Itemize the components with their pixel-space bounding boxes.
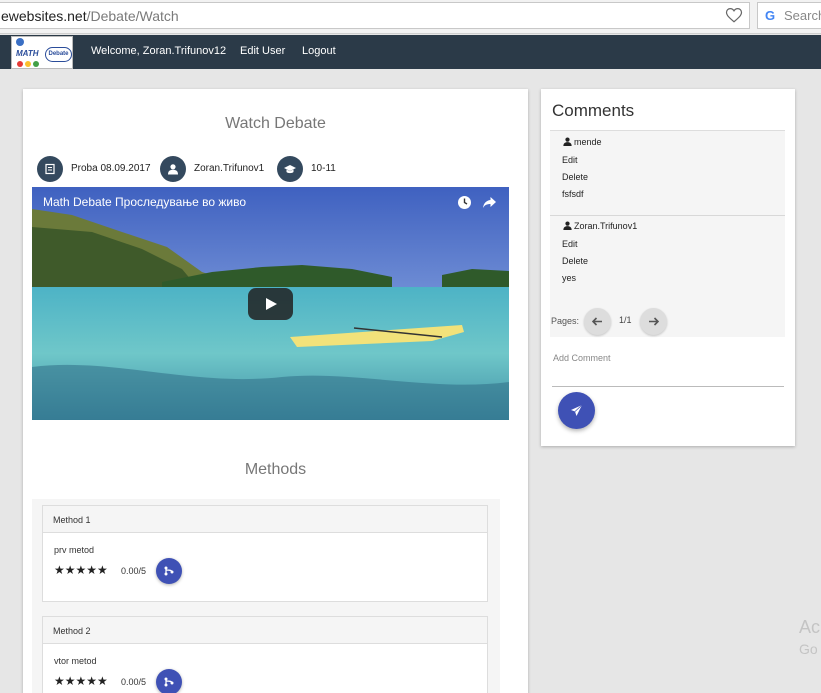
comment-input-underline <box>552 386 784 387</box>
logo-text: MATH <box>16 49 39 58</box>
favorite-heart-icon[interactable] <box>725 6 743 24</box>
user-icon <box>160 156 186 182</box>
pages-label: Pages: <box>551 316 580 326</box>
comments-list: mende Edit Delete fsfsdf Zoran.Trifunov1… <box>550 130 785 337</box>
debate-grade: 10-11 <box>311 163 336 174</box>
send-icon <box>571 404 583 416</box>
debate-icon <box>37 156 63 182</box>
watermark-line2: Go <box>799 641 818 657</box>
logo-dot <box>25 61 31 67</box>
method-name: Method 2 <box>43 617 487 644</box>
comments-card: Comments mende Edit Delete fsfsdf Zoran.… <box>541 89 795 446</box>
user-icon <box>563 221 572 230</box>
site-logo[interactable]: MATH Debate <box>11 36 73 69</box>
watch-debate-card: Watch Debate Proba 08.09.2017 Zoran.Trif… <box>23 89 528 693</box>
method-panel: Method 1 prv metod ★★★★★ 0.00/5 <box>42 505 488 602</box>
next-page-button[interactable] <box>640 308 667 335</box>
method-name: Method 1 <box>43 506 487 533</box>
logo-bubble: Debate <box>45 47 72 62</box>
comment-divider <box>550 215 785 216</box>
comment-delete-link[interactable]: Delete <box>562 172 588 182</box>
previous-page-button[interactable] <box>584 308 611 335</box>
methods-list: Method 1 prv metod ★★★★★ 0.00/5 Method 2… <box>32 499 500 693</box>
add-comment-input[interactable]: Add Comment <box>553 353 611 363</box>
browser-toolbar: ewebsites.net/Debate/Watch G Search <box>0 0 821 34</box>
browser-search-box[interactable]: G Search <box>757 2 821 29</box>
address-bar[interactable]: ewebsites.net/Debate/Watch <box>0 2 750 29</box>
arrow-right-icon <box>649 317 659 326</box>
nav-welcome[interactable]: Welcome, Zoran.Trifunov12 <box>91 45 226 57</box>
comment-author: mende <box>563 137 602 147</box>
user-icon <box>563 137 572 146</box>
comments-heading: Comments <box>552 101 635 120</box>
method-action-button[interactable] <box>156 669 182 693</box>
url-text: ewebsites.net/Debate/Watch <box>1 8 179 24</box>
video-player[interactable]: Math Debate Проследување во живо <box>32 187 509 420</box>
nav-edit-user[interactable]: Edit User <box>240 45 285 57</box>
nav-logout[interactable]: Logout <box>302 45 336 57</box>
comment-edit-link[interactable]: Edit <box>562 155 578 165</box>
method-action-button[interactable] <box>156 558 182 584</box>
method-rating: 0.00/5 <box>121 677 147 687</box>
logo-dot <box>33 61 39 67</box>
share-icon[interactable] <box>482 195 497 210</box>
methods-heading: Methods <box>244 461 307 478</box>
search-placeholder: Search <box>784 8 821 23</box>
watermark-line1: Ac <box>799 617 821 637</box>
play-button[interactable] <box>248 288 293 320</box>
method-rating: 0.00/5 <box>121 566 147 576</box>
comment-author: Zoran.Trifunov1 <box>563 221 637 231</box>
google-icon: G <box>765 8 776 23</box>
logo-person-icon <box>16 38 24 46</box>
method-panel: Method 2 vtor metod ★★★★★ 0.00/5 <box>42 616 488 693</box>
comment-edit-link[interactable]: Edit <box>562 239 578 249</box>
rating-stars[interactable]: ★★★★★ <box>54 563 108 577</box>
send-comment-button[interactable] <box>558 392 595 429</box>
page-title: Watch Debate <box>225 115 326 132</box>
rating-stars[interactable]: ★★★★★ <box>54 674 108 688</box>
page-indicator: 1/1 <box>619 315 632 325</box>
logo-dot <box>17 61 23 67</box>
method-description: vtor metod <box>54 656 97 666</box>
comment-text: fsfsdf <box>562 189 584 199</box>
arrow-left-icon <box>592 317 602 326</box>
comment-delete-link[interactable]: Delete <box>562 256 588 266</box>
watch-later-icon[interactable] <box>457 195 472 210</box>
video-title: Math Debate Проследување во живо <box>43 195 246 209</box>
method-description: prv metod <box>54 545 95 555</box>
graduation-cap-icon <box>277 156 303 182</box>
comment-text: yes <box>562 273 577 283</box>
debate-author: Zoran.Trifunov1 <box>194 163 265 174</box>
debate-name: Proba 08.09.2017 <box>71 163 151 174</box>
